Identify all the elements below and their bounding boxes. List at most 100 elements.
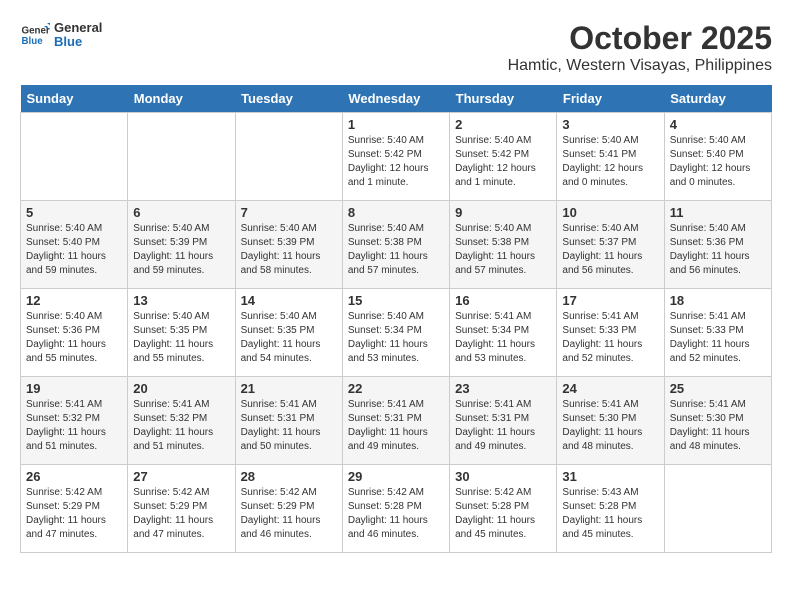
calendar-cell: 16Sunrise: 5:41 AM Sunset: 5:34 PM Dayli… (450, 289, 557, 377)
days-of-week-row: Sunday Monday Tuesday Wednesday Thursday… (21, 85, 772, 113)
col-saturday: Saturday (664, 85, 771, 113)
calendar-cell: 11Sunrise: 5:40 AM Sunset: 5:36 PM Dayli… (664, 201, 771, 289)
day-number: 25 (670, 381, 766, 396)
day-info: Sunrise: 5:42 AM Sunset: 5:28 PM Dayligh… (348, 486, 444, 542)
logo-icon: General Blue (20, 20, 50, 50)
day-number: 21 (241, 381, 337, 396)
day-number: 4 (670, 117, 766, 132)
calendar-week-3: 12 Sunrise: 5:40 AM Sunset: 5:36 PM Dayli… (21, 289, 772, 377)
calendar-cell: 26Sunrise: 5:42 AM Sunset: 5:29 PM Dayli… (21, 465, 128, 553)
day-info: Sunrise: 5:40 AM Sunset: 5:42 PM Dayligh… (455, 134, 551, 190)
day-info: Sunrise: 5:40 AM Sunset: 5:35 PM Dayligh… (133, 310, 229, 366)
calendar-body: 1 Sunrise: 5:40 AM Sunset: 5:42 PM Daylig… (21, 113, 772, 553)
col-friday: Friday (557, 85, 664, 113)
day-info: Sunrise: 5:41 AM Sunset: 5:31 PM Dayligh… (241, 398, 337, 454)
col-monday: Monday (128, 85, 235, 113)
calendar-cell: 18Sunrise: 5:41 AM Sunset: 5:33 PM Dayli… (664, 289, 771, 377)
calendar-cell: 24 Sunrise: 5:41 AM Sunset: 5:30 PM Dayli… (557, 377, 664, 465)
day-number: 31 (562, 469, 658, 484)
day-number: 8 (348, 205, 444, 220)
day-info: Sunrise: 5:40 AM Sunset: 5:42 PM Dayligh… (348, 134, 444, 190)
day-info: Sunrise: 5:40 AM Sunset: 5:39 PM Dayligh… (241, 222, 337, 278)
day-number: 30 (455, 469, 551, 484)
day-info: Sunrise: 5:42 AM Sunset: 5:29 PM Dayligh… (133, 486, 229, 542)
col-thursday: Thursday (450, 85, 557, 113)
col-wednesday: Wednesday (342, 85, 449, 113)
calendar-week-4: 19 Sunrise: 5:41 AM Sunset: 5:32 PM Dayli… (21, 377, 772, 465)
day-number: 11 (670, 205, 766, 220)
day-number: 14 (241, 293, 337, 308)
logo-general: General (54, 21, 102, 35)
day-number: 23 (455, 381, 551, 396)
day-number: 9 (455, 205, 551, 220)
day-info: Sunrise: 5:40 AM Sunset: 5:35 PM Dayligh… (241, 310, 337, 366)
calendar-cell: 2 Sunrise: 5:40 AM Sunset: 5:42 PM Daylig… (450, 113, 557, 201)
calendar-cell: 14 Sunrise: 5:40 AM Sunset: 5:35 PM Dayli… (235, 289, 342, 377)
calendar-cell (21, 113, 128, 201)
day-number: 26 (26, 469, 122, 484)
day-number: 22 (348, 381, 444, 396)
calendar-cell: 21 Sunrise: 5:41 AM Sunset: 5:31 PM Dayli… (235, 377, 342, 465)
day-number: 24 (562, 381, 658, 396)
day-number: 15 (348, 293, 444, 308)
calendar-cell: 6Sunrise: 5:40 AM Sunset: 5:39 PM Daylig… (128, 201, 235, 289)
calendar-cell: 9Sunrise: 5:40 AM Sunset: 5:38 PM Daylig… (450, 201, 557, 289)
calendar-cell: 23 Sunrise: 5:41 AM Sunset: 5:31 PM Dayli… (450, 377, 557, 465)
calendar-cell (235, 113, 342, 201)
day-info: Sunrise: 5:41 AM Sunset: 5:34 PM Dayligh… (455, 310, 551, 366)
day-info: Sunrise: 5:40 AM Sunset: 5:38 PM Dayligh… (348, 222, 444, 278)
calendar-cell: 15 Sunrise: 5:40 AM Sunset: 5:34 PM Dayli… (342, 289, 449, 377)
day-info: Sunrise: 5:41 AM Sunset: 5:30 PM Dayligh… (562, 398, 658, 454)
day-info: Sunrise: 5:40 AM Sunset: 5:39 PM Dayligh… (133, 222, 229, 278)
day-info: Sunrise: 5:40 AM Sunset: 5:40 PM Dayligh… (26, 222, 122, 278)
calendar-cell: 8 Sunrise: 5:40 AM Sunset: 5:38 PM Daylig… (342, 201, 449, 289)
col-tuesday: Tuesday (235, 85, 342, 113)
calendar-table: Sunday Monday Tuesday Wednesday Thursday… (20, 85, 772, 553)
day-info: Sunrise: 5:40 AM Sunset: 5:34 PM Dayligh… (348, 310, 444, 366)
day-info: Sunrise: 5:40 AM Sunset: 5:40 PM Dayligh… (670, 134, 766, 190)
calendar-cell: 7 Sunrise: 5:40 AM Sunset: 5:39 PM Daylig… (235, 201, 342, 289)
day-number: 3 (562, 117, 658, 132)
day-number: 18 (670, 293, 766, 308)
day-info: Sunrise: 5:41 AM Sunset: 5:31 PM Dayligh… (455, 398, 551, 454)
col-sunday: Sunday (21, 85, 128, 113)
day-number: 5 (26, 205, 122, 220)
calendar-cell: 1 Sunrise: 5:40 AM Sunset: 5:42 PM Daylig… (342, 113, 449, 201)
calendar-cell: 30 Sunrise: 5:42 AM Sunset: 5:28 PM Dayli… (450, 465, 557, 553)
calendar-cell: 19 Sunrise: 5:41 AM Sunset: 5:32 PM Dayli… (21, 377, 128, 465)
day-info: Sunrise: 5:41 AM Sunset: 5:32 PM Dayligh… (133, 398, 229, 454)
calendar-cell: 29 Sunrise: 5:42 AM Sunset: 5:28 PM Dayli… (342, 465, 449, 553)
day-info: Sunrise: 5:40 AM Sunset: 5:37 PM Dayligh… (562, 222, 658, 278)
calendar-cell: 10 Sunrise: 5:40 AM Sunset: 5:37 PM Dayli… (557, 201, 664, 289)
calendar-cell: 22Sunrise: 5:41 AM Sunset: 5:31 PM Dayli… (342, 377, 449, 465)
day-number: 17 (562, 293, 658, 308)
day-number: 29 (348, 469, 444, 484)
calendar-week-5: 26 Sunrise: 5:42 AM Sunset: 5:29 PM Dayli… (21, 465, 772, 553)
calendar-cell: 20Sunrise: 5:41 AM Sunset: 5:32 PM Dayli… (128, 377, 235, 465)
day-number: 19 (26, 381, 122, 396)
calendar-cell: 4 Sunrise: 5:40 AM Sunset: 5:40 PM Daylig… (664, 113, 771, 201)
calendar-title: October 2025 (508, 20, 772, 57)
calendar-cell: 28 Sunrise: 5:42 AM Sunset: 5:29 PM Dayli… (235, 465, 342, 553)
day-number: 1 (348, 117, 444, 132)
day-info: Sunrise: 5:42 AM Sunset: 5:29 PM Dayligh… (241, 486, 337, 542)
calendar-cell: 25Sunrise: 5:41 AM Sunset: 5:30 PM Dayli… (664, 377, 771, 465)
title-block: October 2025 Hamtic, Western Visayas, Ph… (508, 20, 772, 75)
calendar-subtitle: Hamtic, Western Visayas, Philippines (508, 57, 772, 75)
calendar-cell: 12 Sunrise: 5:40 AM Sunset: 5:36 PM Dayli… (21, 289, 128, 377)
calendar-cell: 5 Sunrise: 5:40 AM Sunset: 5:40 PM Daylig… (21, 201, 128, 289)
day-info: Sunrise: 5:40 AM Sunset: 5:41 PM Dayligh… (562, 134, 658, 190)
day-info: Sunrise: 5:43 AM Sunset: 5:28 PM Dayligh… (562, 486, 658, 542)
day-number: 10 (562, 205, 658, 220)
day-info: Sunrise: 5:40 AM Sunset: 5:36 PM Dayligh… (26, 310, 122, 366)
day-number: 12 (26, 293, 122, 308)
day-info: Sunrise: 5:41 AM Sunset: 5:32 PM Dayligh… (26, 398, 122, 454)
day-number: 7 (241, 205, 337, 220)
day-info: Sunrise: 5:42 AM Sunset: 5:28 PM Dayligh… (455, 486, 551, 542)
day-number: 28 (241, 469, 337, 484)
day-number: 27 (133, 469, 229, 484)
day-number: 2 (455, 117, 551, 132)
day-info: Sunrise: 5:41 AM Sunset: 5:33 PM Dayligh… (562, 310, 658, 366)
calendar-cell: 27 Sunrise: 5:42 AM Sunset: 5:29 PM Dayli… (128, 465, 235, 553)
calendar-header: Sunday Monday Tuesday Wednesday Thursday… (21, 85, 772, 113)
